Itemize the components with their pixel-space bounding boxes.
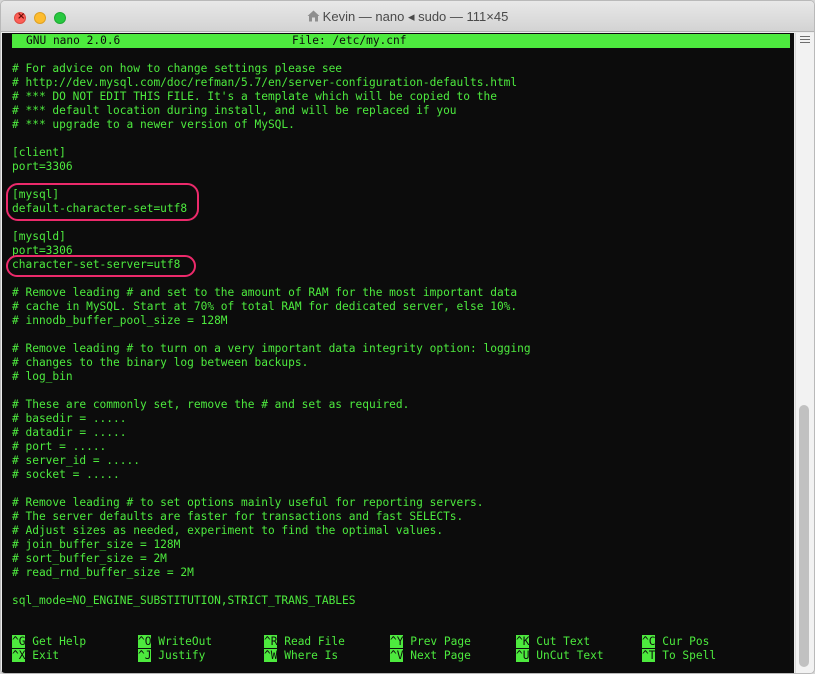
file-line: [mysqld] [12,230,66,243]
shortcut-key: ^G [12,635,26,648]
file-line: # These are commonly set, remove the # a… [12,398,410,411]
shortcut-label: UnCut Text [529,649,604,662]
file-line: # basedir = ..... [12,412,127,425]
file-line: # port = ..... [12,440,107,453]
nano-version: GNU nano 2.0.6 [26,34,121,47]
title-bar[interactable]: × Kevin — nano ◂ sudo — 111×45 [1,1,814,32]
window-title: Kevin — nano ◂ sudo — 111×45 [322,9,509,24]
shortcut-label: Exit [25,649,60,662]
shortcut-label: Cur Pos [655,635,710,648]
file-line: # server_id = ..... [12,454,140,467]
file-line: # socket = ..... [12,468,120,481]
file-line: # sort_buffer_size = 2M [12,552,167,565]
file-line: # cache in MySQL. Start at 70% of total … [12,300,518,313]
shortcut-item[interactable]: ^K Cut Text [516,635,590,649]
scrollbar[interactable] [795,33,814,673]
shortcut-label: Prev Page [403,635,471,648]
file-line: # *** default location during install, a… [12,104,457,117]
shortcut-label: Next Page [403,649,471,662]
file-line: # changes to the binary log between back… [12,356,309,369]
shortcut-label: WriteOut [151,635,213,648]
file-line: # http://dev.mysql.com/doc/refman/5.7/en… [12,76,518,89]
shortcut-item[interactable]: ^X Exit [12,649,59,663]
file-line: [client] [12,146,66,159]
scrollbar-thumb[interactable] [799,405,809,667]
shortcut-item[interactable]: ^V Next Page [390,649,471,663]
shortcut-label: Cut Text [529,635,591,648]
terminal-content[interactable]: GNU nano 2.0.6 File: /etc/my.cnf # For ad… [2,33,794,673]
file-line: # For advice on how to change settings p… [12,62,343,75]
scrollbar-menu-icon[interactable] [800,34,810,44]
terminal-window: × Kevin — nano ◂ sudo — 111×45 GNU nano … [0,0,815,674]
shortcut-label: Justify [151,649,206,662]
shortcut-key: ^V [390,649,404,662]
home-folder-icon [307,10,320,22]
shortcut-item[interactable]: ^W Where Is [264,649,338,663]
shortcut-key: ^U [516,649,530,662]
shortcut-key: ^X [12,649,26,662]
file-line: # Remove leading # and set to the amount… [12,286,518,299]
shortcut-key: ^R [264,635,278,648]
shortcut-key: ^Y [390,635,404,648]
shortcut-item[interactable]: ^G Get Help [12,635,86,649]
nano-filename: File: /etc/my.cnf [292,34,407,47]
shortcut-label: Read File [277,635,345,648]
shortcut-item[interactable]: ^U UnCut Text [516,649,604,663]
file-line: sql_mode=NO_ENGINE_SUBSTITUTION,STRICT_T… [12,594,356,607]
file-line: # log_bin [12,370,73,383]
file-line: port=3306 [12,160,73,173]
file-line: # read_rnd_buffer_size = 2M [12,566,194,579]
highlight-character-set-server [6,255,196,277]
file-line: # innodb_buffer_pool_size = 128M [12,314,228,327]
file-line: # join_buffer_size = 128M [12,538,181,551]
shortcut-item[interactable]: ^R Read File [264,635,345,649]
shortcut-label: Get Help [25,635,87,648]
file-line: # *** DO NOT EDIT THIS FILE. It's a temp… [12,90,497,103]
shortcut-item[interactable]: ^O WriteOut [138,635,212,649]
file-line: # *** upgrade to a newer version of MySQ… [12,118,295,131]
nano-header: GNU nano 2.0.6 File: /etc/my.cnf [12,34,790,48]
file-line: # Adjust sizes as needed, experiment to … [12,524,444,537]
file-line: # Remove leading # to set options mainly… [12,496,484,509]
shortcut-label: Where Is [277,649,339,662]
shortcut-item[interactable]: ^Y Prev Page [390,635,471,649]
shortcut-label: To Spell [655,649,717,662]
shortcut-item[interactable]: ^C Cur Pos [642,635,709,649]
shortcut-key: ^T [642,649,656,662]
shortcut-item[interactable]: ^J Justify [138,649,205,663]
shortcut-key: ^O [138,635,152,648]
file-line: # Remove leading # to turn on a very imp… [12,342,531,355]
shortcut-key: ^C [642,635,656,648]
highlight-mysql-section [6,183,199,221]
file-line: # The server defaults are faster for tra… [12,510,464,523]
shortcut-item[interactable]: ^T To Spell [642,649,716,663]
shortcut-key: ^J [138,649,152,662]
file-line: # datadir = ..... [12,426,127,439]
shortcut-key: ^K [516,635,530,648]
window-title-wrap: Kevin — nano ◂ sudo — 111×45 [1,9,814,25]
shortcut-key: ^W [264,649,278,662]
